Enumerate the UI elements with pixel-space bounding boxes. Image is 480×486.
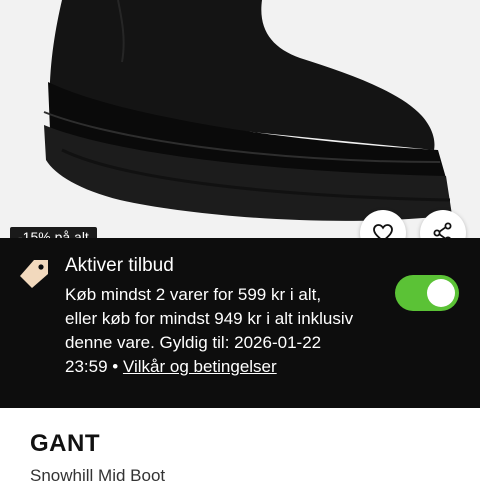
brand-name: GANT — [30, 430, 100, 457]
product-image — [43, 0, 452, 221]
discount-badge: -15% på alt — [10, 227, 97, 238]
offer-panel: Aktiver tilbud Køb mindst 2 varer for 59… — [0, 238, 480, 408]
product-image-area: -15% på alt — [0, 0, 480, 238]
terms-link[interactable]: Vilkår og betingelser — [123, 357, 277, 376]
offer-toggle[interactable] — [395, 275, 459, 311]
offer-title: Aktiver tilbud — [65, 255, 174, 276]
product-name: Snowhill Mid Boot — [30, 466, 166, 485]
price-tag-icon — [20, 260, 48, 288]
toggle-knob — [427, 279, 455, 307]
offer-description: Køb mindst 2 varer for 599 kr i alt, ell… — [65, 283, 355, 379]
